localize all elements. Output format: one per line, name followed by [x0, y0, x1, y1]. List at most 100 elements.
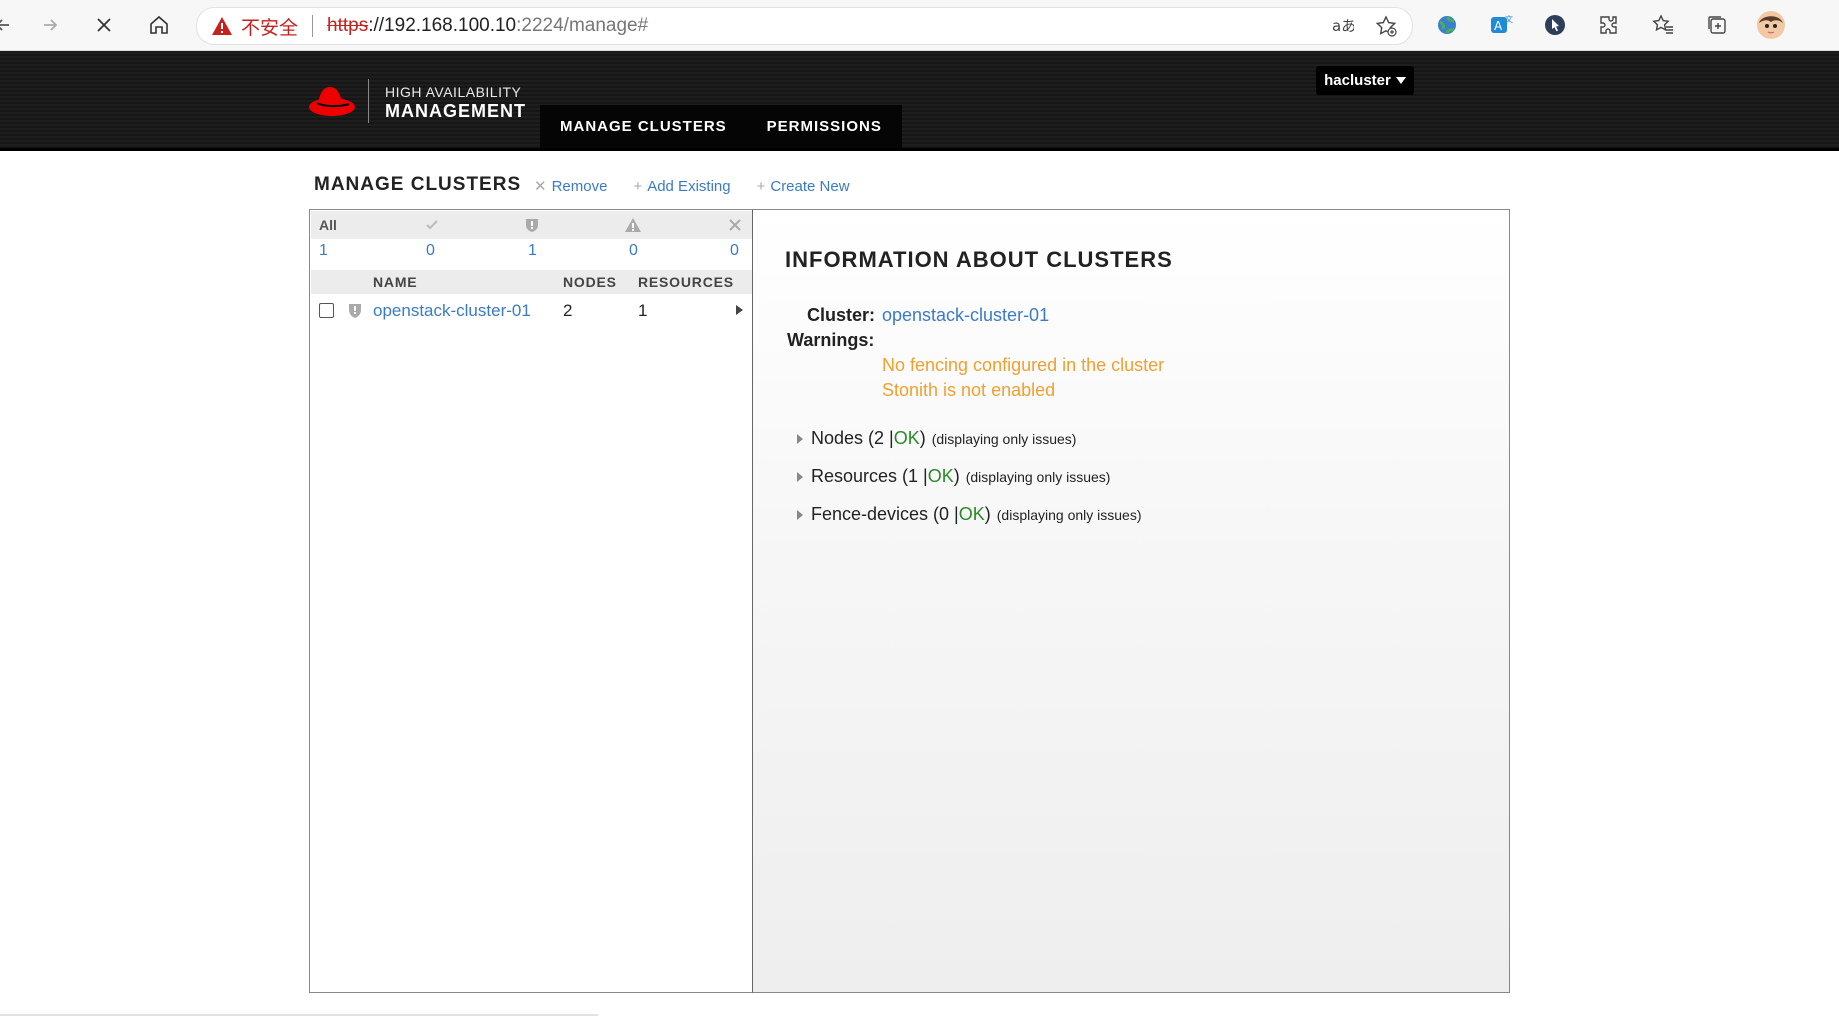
- column-nodes[interactable]: NODES: [563, 274, 617, 290]
- expand-arrow-icon: [797, 471, 803, 482]
- section-suffix: ): [919, 428, 926, 448]
- tab-permissions[interactable]: PERMISSIONS: [747, 105, 902, 148]
- close-icon[interactable]: [726, 216, 744, 234]
- user-menu-button[interactable]: hacluster: [1316, 66, 1414, 95]
- table-header: NAME NODES RESOURCES: [311, 270, 752, 294]
- url-scheme: https: [327, 15, 369, 36]
- logo-subtitle: HIGH AVAILABILITY: [385, 84, 522, 100]
- cluster-list-panel: All 1 0 1 0 0 NAME NODES RESOURCES opens…: [309, 209, 754, 993]
- column-resources[interactable]: RESOURCES: [638, 274, 734, 290]
- section-prefix: Fence-devices (0 |: [811, 504, 959, 524]
- ok-status: OK: [893, 428, 920, 448]
- warning-message: No fencing configured in the cluster: [882, 355, 1165, 375]
- count-unknown[interactable]: 0: [730, 242, 739, 260]
- page-title: MANAGE CLUSTERS: [314, 174, 522, 195]
- logo-title: MANAGEMENT: [385, 101, 526, 121]
- favorites-icon[interactable]: [1646, 8, 1680, 42]
- add-existing-button[interactable]: + Add Existing: [633, 177, 730, 195]
- favorite-add-icon[interactable]: [1374, 14, 1398, 38]
- cluster-name-link[interactable]: openstack-cluster-01: [373, 301, 531, 321]
- chevron-right-icon[interactable]: [736, 305, 743, 315]
- address-bar[interactable]: 不安全 https://192.168.100.10:2224/manage# …: [196, 7, 1413, 45]
- status-filter-header: All: [311, 211, 752, 239]
- url-host: ://192.168.100.10: [368, 15, 517, 36]
- add-existing-label: Add Existing: [647, 177, 731, 195]
- ok-status: OK: [958, 504, 985, 524]
- section-suffix: ): [953, 466, 960, 486]
- address-divider: [312, 15, 314, 37]
- warning-icon: [212, 17, 232, 35]
- count-error[interactable]: 0: [629, 242, 638, 260]
- cluster-label: Cluster:: [807, 305, 876, 325]
- forward-arrow-icon: [44, 19, 58, 31]
- extensions-icon[interactable]: [1592, 8, 1626, 42]
- shield-warning-icon[interactable]: [523, 216, 541, 234]
- username: hacluster: [1324, 72, 1391, 89]
- expand-arrow-icon: [797, 433, 803, 444]
- translate-icon[interactable]: aあ: [1330, 14, 1354, 38]
- count-warning[interactable]: 1: [528, 242, 537, 260]
- status-counts: 1 0 1 0 0: [311, 242, 752, 266]
- address-bar-icons: aあ: [1330, 14, 1398, 38]
- plus-icon: +: [756, 177, 766, 195]
- back-arrow-icon: [0, 19, 9, 31]
- svg-text:文: 文: [1505, 14, 1513, 24]
- browser-toolbar: 不安全 https://192.168.100.10:2224/manage# …: [0, 0, 1839, 51]
- profile-avatar[interactable]: [1754, 8, 1788, 42]
- globe-extension-icon[interactable]: [1430, 8, 1464, 42]
- shield-warning-icon: [349, 304, 361, 318]
- browser-extensions: A文: [1430, 8, 1788, 42]
- section-note: (displaying only issues): [996, 506, 1142, 523]
- url-text[interactable]: https://192.168.100.10:2224/manage#: [327, 15, 648, 37]
- translator-extension-icon[interactable]: A文: [1484, 8, 1518, 42]
- fence-devices-section-toggle[interactable]: Fence-devices (0 | OK) (displaying only …: [797, 504, 1142, 525]
- collections-icon[interactable]: [1700, 8, 1734, 42]
- logo-divider: [368, 79, 369, 123]
- section-suffix: ): [984, 504, 991, 524]
- info-cluster-link[interactable]: openstack-cluster-01: [882, 305, 1049, 326]
- forward-button[interactable]: [33, 8, 67, 42]
- create-new-button[interactable]: + Create New: [757, 177, 850, 195]
- home-icon: [150, 15, 168, 34]
- stop-loading-button[interactable]: [87, 8, 121, 42]
- cluster-nodes-count: 2: [563, 301, 573, 320]
- status-bar-divider: [0, 1014, 598, 1016]
- resources-section-toggle[interactable]: Resources (1 | OK) (displaying only issu…: [797, 466, 1110, 487]
- insecure-label[interactable]: 不安全: [241, 13, 298, 40]
- home-button[interactable]: [142, 8, 176, 42]
- tab-manage-clusters[interactable]: MANAGE CLUSTERS: [540, 105, 747, 148]
- redhat-logo-icon[interactable]: [308, 81, 356, 121]
- create-new-label: Create New: [770, 177, 850, 195]
- url-path: :2224/manage#: [516, 15, 649, 36]
- info-title: INFORMATION ABOUT CLUSTERS: [785, 247, 1173, 272]
- column-name[interactable]: NAME: [373, 274, 417, 290]
- app-header: HIGH AVAILABILITY MANAGEMENT MANAGE CLUS…: [0, 51, 1839, 151]
- plus-icon: +: [633, 177, 643, 195]
- section-note: (displaying only issues): [965, 468, 1111, 485]
- svg-text:A: A: [1494, 19, 1503, 33]
- ok-status: OK: [927, 466, 954, 486]
- count-all[interactable]: 1: [319, 242, 328, 260]
- section-prefix: Resources (1 |: [811, 466, 928, 486]
- section-prefix: Nodes (2 |: [811, 428, 894, 448]
- table-row[interactable]: openstack-cluster-01 2 1: [311, 296, 752, 326]
- cursor-extension-icon[interactable]: [1538, 8, 1572, 42]
- filter-all[interactable]: All: [319, 217, 337, 233]
- close-icon: ✕: [534, 178, 547, 195]
- count-ok[interactable]: 0: [426, 242, 435, 260]
- remove-button[interactable]: ✕ Remove: [534, 177, 608, 196]
- expand-arrow-icon: [797, 509, 803, 520]
- cluster-resources-count: 1: [638, 301, 648, 320]
- caret-down-icon: [1395, 76, 1406, 84]
- back-button[interactable]: [0, 8, 20, 42]
- warning-message: Stonith is not enabled: [882, 380, 1056, 400]
- remove-label: Remove: [551, 177, 608, 195]
- check-icon[interactable]: [423, 216, 441, 234]
- alert-triangle-icon[interactable]: [624, 216, 642, 234]
- close-icon: [97, 18, 111, 32]
- row-checkbox[interactable]: [319, 303, 334, 318]
- cluster-actions: ✕ Remove + Add Existing + Create New: [534, 177, 850, 196]
- nodes-section-toggle[interactable]: Nodes (2 | OK) (displaying only issues): [797, 428, 1076, 449]
- svg-text:aあ: aあ: [1332, 17, 1354, 35]
- main-nav: MANAGE CLUSTERS PERMISSIONS: [540, 105, 902, 148]
